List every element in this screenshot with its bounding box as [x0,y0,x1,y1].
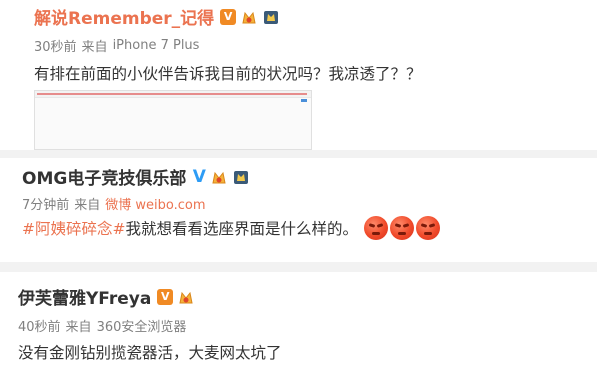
post-text: 我就想看看选座界面是什么样的。 [125,220,358,238]
post-from-label: 来自 [65,320,92,335]
post-from-label: 来自 [74,198,101,213]
post-source: iPhone 7 Plus [112,38,200,53]
vip-medal-icon [242,11,256,23]
thumb-blue-mark [301,99,307,102]
post-time[interactable]: 30秒前 [34,36,77,55]
post-header: OMG电子竞技俱乐部 V [22,164,250,189]
thumb-red-line [37,93,307,95]
vip-medal-icon [212,171,226,183]
verified-badge-icon: V [192,166,206,187]
angry-emoji-icon [364,216,388,240]
post-divider [0,150,597,158]
username-link[interactable]: 解说Remember_记得 [34,4,214,29]
post-meta: 7分钟前 来自 微博 weibo.com [22,194,206,213]
post-text: 有排在前面的小伙伴告诉我目前的状况吗？我凉透了？？ [34,65,422,83]
post-text-row: #阿姨碎碎念# 我就想看看选座界面是什么样的。 [22,216,440,240]
post-text: 没有金刚钻别揽瓷器活，大麦网太坑了 [18,344,282,362]
weibo-post: 伊芙蕾雅YFreya V 40秒前 来自 360安全浏览器 没有金刚钻别揽瓷器活… [0,272,597,373]
post-source-link[interactable]: 微博 weibo.com [105,194,205,213]
angry-emoji-icon [416,216,440,240]
weibo-post: OMG电子竞技俱乐部 V 7分钟前 来自 微博 weibo.com #阿姨碎碎念… [0,158,597,270]
post-meta: 30秒前 来自 iPhone 7 Plus [34,36,199,55]
post-divider [0,262,597,272]
post-source: 360安全浏览器 [96,320,187,335]
post-time[interactable]: 40秒前 [18,316,61,335]
post-meta: 40秒前 来自 360安全浏览器 [18,316,186,335]
level-crown-icon [234,170,249,184]
vip-medal-icon [179,291,193,303]
post-header: 伊芙蕾雅YFreya V [18,284,195,309]
post-header: 解说Remember_记得 V [34,4,280,29]
verified-badge-icon: V [157,288,174,305]
weibo-post: 解说Remember_记得 V 30秒前 来自 iPhone 7 Plus 有排… [0,0,597,150]
post-time[interactable]: 7分钟前 [22,194,69,213]
angry-emoji-icon [390,216,414,240]
username-link[interactable]: 伊芙蕾雅YFreya [18,284,151,309]
username-link[interactable]: OMG电子竞技俱乐部 [22,164,186,189]
hashtag-link[interactable]: #阿姨碎碎念# [22,217,125,239]
verified-badge-icon: V [220,8,237,25]
post-from-label: 来自 [81,40,108,55]
level-crown-icon [264,10,279,24]
attached-image-thumbnail[interactable] [34,90,312,150]
